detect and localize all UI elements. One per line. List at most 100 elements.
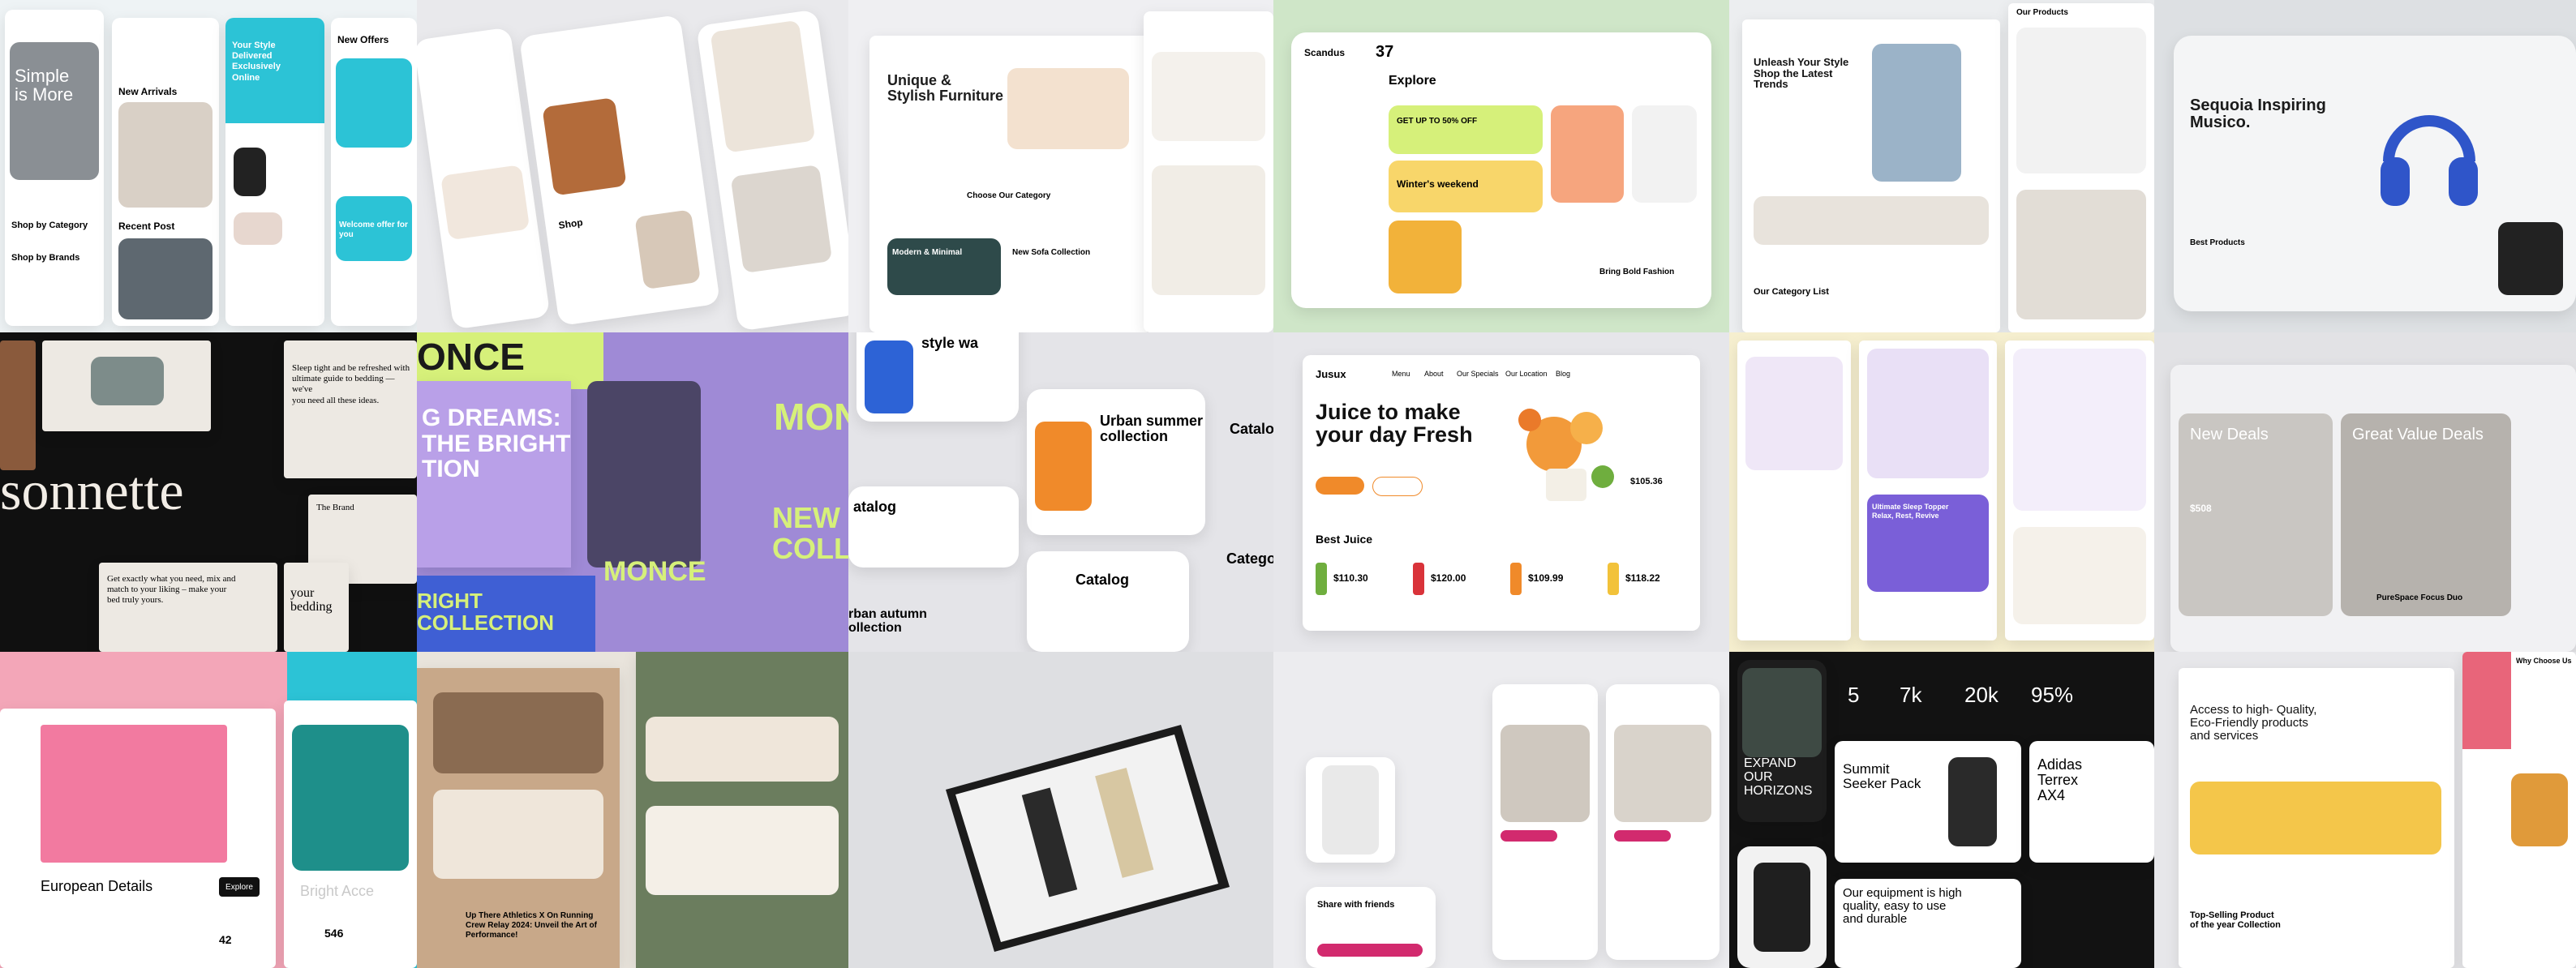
headphones-window: Sequoia Inspiring Musico. Best Products — [2174, 36, 2576, 311]
adidas-page: Adidas Terrex AX4 — [2029, 741, 2154, 863]
cyclist-image — [1742, 668, 1822, 757]
shop-page-3 — [696, 9, 848, 332]
top-selling: Top-Selling Product of the year Collecti… — [2190, 910, 2281, 930]
phone-expand: EXPAND OUR HORIZONS — [1737, 660, 1827, 822]
phone-screen-left: Simple is More Shop by Category Shop by … — [5, 10, 104, 326]
best-juice: Best Juice — [1316, 533, 1373, 546]
new-arrivals: New Arrivals — [118, 86, 178, 97]
mon-text: MON — [774, 396, 848, 438]
topper-hero — [1867, 349, 1989, 478]
equipment-text: Our equipment is high quality, easy to u… — [1843, 886, 1962, 926]
price-1: $110.30 — [1333, 572, 1368, 584]
urban-summer: Urban summer collection — [1100, 413, 1204, 444]
topper-products-2 — [2013, 527, 2146, 624]
why-page: Why Choose Us — [2462, 652, 2576, 968]
store-page: Unleash Your Style Shop the Latest Trend… — [1742, 19, 2000, 332]
tile-eco: Access to high- Quality, Eco-Friendly pr… — [2154, 652, 2576, 968]
expand-text: EXPAND OUR HORIZONS — [1744, 756, 1813, 798]
athletics-page-1: Up There Athletics X On Running Crew Rel… — [417, 668, 620, 968]
share-friends: Share with friends — [1317, 900, 1395, 910]
topper-products — [2013, 349, 2146, 511]
promo-screen: Your Style Delivered Exclusively Online — [225, 18, 324, 326]
athletics-text: Up There Athletics X On Running Crew Rel… — [466, 911, 597, 940]
why-image — [2462, 652, 2511, 749]
summer-image — [1035, 422, 1092, 511]
share-button[interactable] — [1317, 944, 1423, 957]
new-sofa: New Sofa Collection — [1012, 248, 1091, 257]
tile-athletics: Up There Athletics X On Running Crew Rel… — [417, 652, 848, 968]
store-hero-title: Unleash Your Style Shop the Latest Trend… — [1754, 56, 1849, 91]
style-page: style wa — [857, 332, 1019, 422]
stat-20k: 20k — [1964, 683, 1999, 707]
equipment-page: Our equipment is high quality, easy to u… — [1835, 879, 2021, 968]
model-image — [1322, 765, 1379, 854]
nav-location[interactable]: Our Location — [1505, 370, 1548, 379]
welcome-offer: Welcome offer for you — [339, 221, 408, 239]
shoes-image — [1551, 105, 1624, 203]
products-strip — [646, 717, 839, 782]
phone-3-image — [1614, 725, 1711, 822]
tile-sleep-topper: Ultimate Sleep Topper Relax, Rest, Reviv… — [1729, 332, 2154, 652]
juice-bottle-3 — [1510, 563, 1522, 595]
hero-title: Simple is More — [15, 66, 74, 105]
furniture-hero-title: Unique & Stylish Furniture — [887, 72, 1004, 104]
tile-fashion-store: Unleash Your Style Shop the Latest Trend… — [1729, 0, 2154, 332]
tile-headphones: Sequoia Inspiring Musico. Best Products — [2154, 0, 2576, 332]
price-2: $120.00 — [1431, 572, 1466, 584]
plant-image — [292, 725, 409, 871]
dreams-page: G DREAMS: THE BRIGHT TION — [417, 381, 571, 568]
promo-title: Your Style Delivered Exclusively Online — [232, 41, 281, 83]
topper-page-2: Ultimate Sleep Topper Relax, Rest, Reviv… — [1859, 341, 1997, 640]
learn-button[interactable] — [1372, 477, 1423, 496]
pack-image — [1754, 863, 1810, 952]
tile-juice: Jusux Menu About Our Specials Our Locati… — [1273, 332, 1729, 652]
modern-card — [887, 238, 1001, 295]
pillow-image — [91, 357, 164, 405]
hands-image — [587, 381, 701, 568]
the-brand: The Brand — [316, 503, 354, 512]
style-text: style wa — [921, 335, 979, 351]
bright-collection: RIGHT COLLECTION — [417, 589, 554, 636]
coat-image-2 — [730, 164, 833, 274]
shop-by-brands: Shop by Brands — [11, 253, 80, 263]
model-image — [1389, 221, 1462, 293]
coat-image — [710, 19, 816, 153]
shop-by-category: Shop by Category — [11, 221, 88, 230]
order-button[interactable] — [1316, 477, 1364, 495]
phone-3-button[interactable] — [1614, 830, 1671, 842]
why-choose: Why Choose Us — [2516, 657, 2572, 665]
athletics-page-2 — [636, 652, 848, 968]
nav-blog[interactable]: Blog — [1556, 370, 1570, 379]
phone-2-button[interactable] — [1501, 830, 1557, 842]
explore-button[interactable]: Explore — [219, 877, 260, 897]
apparel-strip — [646, 806, 839, 895]
recent-post: Recent Post — [118, 221, 175, 232]
juice-bottle-2 — [1413, 563, 1424, 595]
shop-page-2: Shop — [518, 14, 721, 327]
catalog-2: atalog — [853, 499, 897, 515]
catalog-page: atalog — [848, 486, 1019, 568]
dashboard-window: Scandus 37 Explore GET UP TO 50% OFF Win… — [1291, 32, 1711, 308]
room-image — [41, 725, 227, 863]
topper-page-3 — [2005, 341, 2154, 640]
your-bedding: your bedding — [290, 586, 333, 614]
offer-banner — [336, 58, 412, 148]
headphones-icon — [2368, 92, 2490, 214]
phone-pack — [1737, 846, 1827, 968]
ultimate-text: Ultimate Sleep Topper Relax, Rest, Reviv… — [1872, 503, 1949, 520]
nav-menu[interactable]: Menu — [1392, 370, 1410, 379]
bold-fashion: Bring Bold Fashion — [1599, 268, 1675, 276]
tile-urban-catalog: style wa Urban summer collection Catalog… — [848, 332, 1273, 652]
laptop-icon — [913, 700, 1254, 968]
nav-specials[interactable]: Our Specials — [1457, 370, 1499, 379]
urban-summer-page: Urban summer collection — [1027, 389, 1205, 535]
product-image — [634, 209, 702, 290]
new-deals-card — [2179, 413, 2333, 616]
tile-furniture-deals: New Deals $508 Great Value Deals PureSpa… — [2154, 332, 2576, 652]
juice-bottle-1 — [1316, 563, 1327, 595]
nav-about[interactable]: About — [1424, 370, 1444, 379]
style-image — [865, 341, 913, 413]
catalog-1: Catalog — [1230, 421, 1273, 437]
catalog-page-2: Catalog — [1027, 551, 1189, 652]
backpack-image — [1948, 757, 1997, 846]
